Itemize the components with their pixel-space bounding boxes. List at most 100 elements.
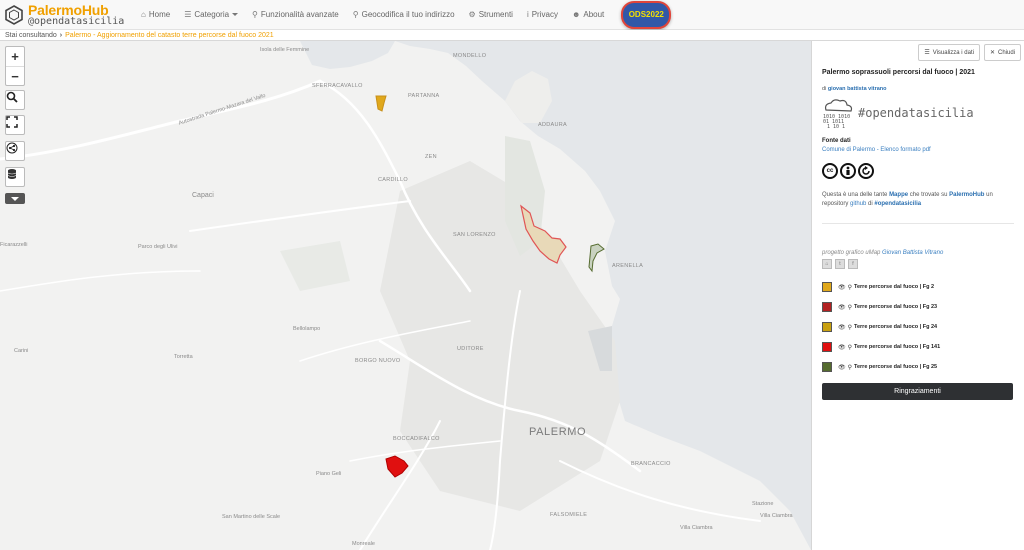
- eye-icon[interactable]: 👁: [838, 344, 846, 351]
- more-controls-toggle[interactable]: [5, 193, 25, 204]
- cloud-data-icon: 1010 1010 01 1011 1 10 1: [823, 99, 853, 128]
- desc-maps-link[interactable]: Mappe: [889, 192, 908, 198]
- map-label-isola-femmine: Isola delle Femmine: [260, 47, 310, 53]
- legend: 👁 ⚲ Terre percorse dal fuoco | Fg 2 👁 ⚲ …: [822, 277, 1014, 377]
- legend-item[interactable]: 👁 ⚲ Terre percorse dal fuoco | Fg 25: [822, 357, 1014, 377]
- sea-area-west: [300, 41, 395, 69]
- map-label-villa-ciambra-2: Villa Ciambra: [680, 525, 713, 531]
- layers-button[interactable]: [5, 167, 25, 187]
- nav-strumenti[interactable]: ⚙ Strumenti: [462, 0, 520, 30]
- zoom-to-layer-icon[interactable]: ⚲: [848, 324, 852, 331]
- divider: [822, 223, 1014, 224]
- zoom-in-button[interactable]: +: [6, 47, 24, 66]
- author-link[interactable]: giovan battista vitrano: [828, 86, 887, 92]
- info-icon: i: [526, 10, 529, 19]
- desc-hub-link[interactable]: PalermoHub: [949, 192, 984, 198]
- fire-area-fg141[interactable]: [385, 455, 409, 478]
- database-icon: [7, 169, 17, 179]
- desc-text-4: di: [868, 201, 873, 207]
- gear-icon: ⚙: [468, 10, 476, 19]
- map-label-bellolampo: Bellolampo: [293, 326, 321, 332]
- desc-ods-link[interactable]: #opendatasicilia: [874, 201, 921, 207]
- share-icon: [6, 142, 18, 154]
- fullscreen-button[interactable]: [5, 115, 25, 135]
- ods2022-badge[interactable]: ODS2022: [621, 0, 672, 29]
- eye-icon[interactable]: 👁: [838, 304, 846, 311]
- facebook-icon[interactable]: f: [848, 259, 858, 269]
- share-icons: ⌂ t f: [822, 259, 1014, 269]
- map-label-zen: ZEN: [425, 154, 437, 160]
- map-title: Palermo soprassuoli percorsi dal fuoco |…: [822, 69, 975, 76]
- brand-subtitle: @opendatasicilia: [28, 15, 125, 27]
- eye-icon[interactable]: 👁: [838, 284, 846, 291]
- fullscreen-icon: [6, 116, 18, 128]
- nav-categoria-label: Categoria: [194, 10, 230, 19]
- view-data-button[interactable]: ☰ Visualizza i dati: [918, 44, 980, 61]
- credit-name-link[interactable]: Giovan Battista Vitrano: [882, 250, 943, 256]
- sa-icon: [858, 163, 874, 179]
- map-label-arenella: ARENELLA: [612, 263, 644, 269]
- side-panel: ☰ Visualizza i dati ✕ Chiudi Palermo sopra…: [811, 41, 1024, 550]
- nav-geocodifica[interactable]: ⚲ Geocodifica il tuo indirizzo: [346, 0, 462, 30]
- zoom-to-layer-icon[interactable]: ⚲: [848, 364, 852, 371]
- nav-funzionalita[interactable]: ⚲ Funzionalità avanzate: [245, 0, 346, 30]
- fire-area-fg25[interactable]: [588, 243, 605, 273]
- nav-about[interactable]: ☻ About: [565, 0, 611, 30]
- legend-item[interactable]: 👁 ⚲ Terre percorse dal fuoco | Fg 2: [822, 277, 1014, 297]
- map-label-falsomiele: FALSOMIELE: [550, 512, 588, 518]
- nav-privacy-label: Privacy: [531, 10, 558, 19]
- desc-github-link[interactable]: github: [850, 201, 866, 207]
- map-label-ficarazzelli: Ficarazzelli: [0, 242, 28, 248]
- zoom-to-layer-icon[interactable]: ⚲: [848, 304, 852, 311]
- by-icon: [840, 163, 856, 179]
- map-label-capaci: Capaci: [192, 192, 214, 199]
- twitter-icon[interactable]: t: [835, 259, 845, 269]
- breadcrumb-link[interactable]: Palermo - Aggiornamento del catasto terr…: [65, 32, 274, 39]
- legend-swatch: [822, 302, 832, 312]
- eye-icon[interactable]: 👁: [838, 364, 846, 371]
- brand-logo-link[interactable]: PalermoHub @opendatasicilia: [4, 3, 134, 27]
- view-data-label: Visualizza i dati: [932, 49, 974, 56]
- fire-area-fg2[interactable]: [375, 95, 387, 112]
- close-label: Chiudi: [997, 49, 1015, 56]
- map-basemap: [0, 41, 811, 550]
- embed-icon[interactable]: ⌂: [822, 259, 832, 269]
- map-label-carini: Carini: [14, 348, 29, 354]
- nav-home[interactable]: ⌂ Home: [134, 0, 177, 30]
- nav-privacy[interactable]: i Privacy: [520, 0, 565, 30]
- thanks-button[interactable]: Ringraziamenti: [822, 383, 1013, 400]
- zoom-to-layer-icon[interactable]: ⚲: [848, 344, 852, 351]
- top-navbar: PalermoHub @opendatasicilia ⌂ Home ☰ Categ…: [0, 0, 1024, 30]
- zoom-to-layer-icon[interactable]: ⚲: [848, 284, 852, 291]
- map-canvas[interactable]: MONDELLO SFERRACAVALLO PARTANNA ADDAURA …: [0, 41, 811, 550]
- eye-icon[interactable]: 👁: [838, 324, 846, 331]
- legend-item[interactable]: 👁 ⚲ Terre percorse dal fuoco | Fg 141: [822, 337, 1014, 357]
- brand-title: PalermoHub: [28, 1, 109, 18]
- description: Questa è una delle tante Mappe che trova…: [822, 191, 1014, 209]
- home-icon: ⌂: [141, 10, 146, 19]
- legend-item[interactable]: 👁 ⚲ Terre percorse dal fuoco | Fg 24: [822, 317, 1014, 337]
- desc-text-1: Questa è una delle tante: [822, 192, 888, 198]
- map-label-monreale: Monreale: [352, 541, 375, 547]
- map-label-san-martino: San Martino delle Scale: [222, 514, 281, 520]
- map-label-villa-ciambra: Villa Ciambra: [760, 513, 793, 519]
- close-panel-button[interactable]: ✕ Chiudi: [983, 44, 1021, 61]
- credit-prefix: progetto grafico uMap: [822, 250, 881, 256]
- source-heading: Fonte dati: [822, 138, 851, 144]
- map-label-boccadifalco: BOCCADIFALCO: [393, 436, 440, 442]
- legend-label: Terre percorse dal fuoco | Fg 23: [854, 304, 938, 310]
- legend-swatch: [822, 342, 832, 352]
- share-button[interactable]: [5, 141, 25, 161]
- nav-categoria[interactable]: ☰ Categoria: [177, 0, 245, 30]
- chevron-right-icon: ›: [59, 31, 63, 39]
- zoom-out-button[interactable]: −: [6, 66, 24, 85]
- source-link[interactable]: Comune di Palermo - Elenco formato pdf: [822, 147, 1014, 153]
- legend-item[interactable]: 👁 ⚲ Terre percorse dal fuoco | Fg 23: [822, 297, 1014, 317]
- opendatasicilia-logo[interactable]: 1010 1010 01 1011 1 10 1 #opendatasicili…: [822, 98, 1014, 128]
- map-label-partanna: PARTANNA: [408, 93, 440, 99]
- license-icons[interactable]: cc: [822, 163, 1014, 179]
- cc-icon: cc: [822, 163, 838, 179]
- map-marker-icon: ⚲: [352, 10, 359, 19]
- map-search-button[interactable]: [5, 90, 25, 110]
- map-label-cardillo: CARDILLO: [378, 177, 408, 183]
